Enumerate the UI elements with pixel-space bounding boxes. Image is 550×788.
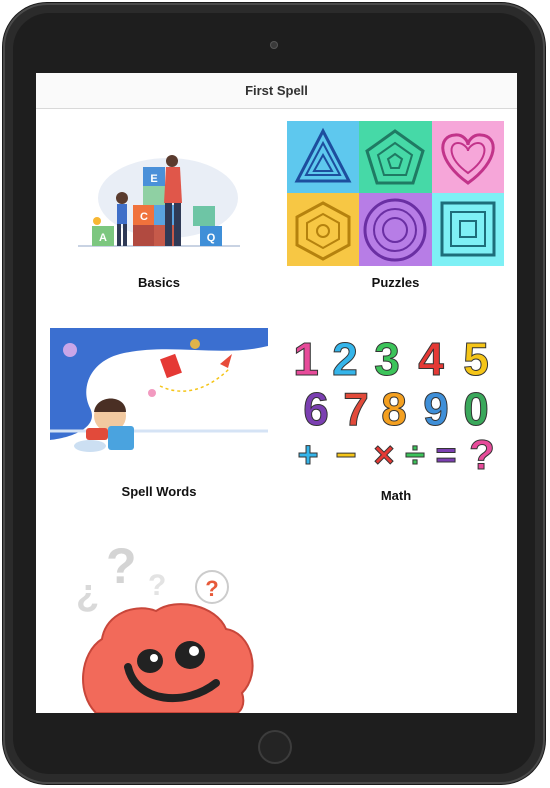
digit-3: 3 [374, 333, 400, 385]
tile-quiz[interactable]: ¿ ? ? ? ? [66, 538, 266, 713]
page-title: First Spell [36, 73, 517, 109]
quiz-illustration: ¿ ? ? ? ? [76, 538, 254, 713]
symbol-minus: − [335, 434, 356, 475]
digit-5: 5 [463, 333, 489, 385]
tile-spell-words[interactable]: Spell Words [50, 328, 268, 500]
digit-9: 9 [423, 383, 449, 435]
symbol-equals: = [435, 434, 456, 475]
tile-puzzles[interactable]: Puzzles [287, 121, 504, 293]
symbol-times: × [373, 434, 394, 475]
symbol-plus: + [297, 434, 318, 475]
spell-words-illustration [50, 328, 268, 452]
app-screen: First Spell A C E Q Basics Puzzles Spell… [36, 73, 517, 713]
camera-icon [270, 41, 278, 49]
tile-label-puzzles: Puzzles [371, 275, 420, 290]
digit-7: 7 [343, 383, 369, 435]
tile-basics[interactable]: A C E Q Basics [50, 143, 268, 293]
tile-label-math: Math [380, 488, 412, 503]
digit-4: 4 [418, 333, 444, 385]
question-mark-2: ? [106, 543, 137, 594]
question-mark-1: ¿ [76, 572, 99, 614]
digit-6: 6 [303, 383, 329, 435]
puzzles-illustration [287, 121, 504, 266]
block-c: C [140, 211, 148, 223]
question-bubble: ? [205, 576, 218, 601]
tile-label-spell-words: Spell Words [121, 484, 197, 499]
math-illustration: 1 2 3 4 5 6 7 8 9 0 + − × ÷ = ? [293, 333, 496, 479]
digit-1: 1 [293, 333, 319, 385]
tile-label-basics: Basics [138, 275, 180, 290]
digit-2: 2 [332, 333, 358, 385]
question-mark-3: ? [148, 569, 166, 602]
digit-0: 0 [463, 383, 489, 435]
home-button[interactable] [258, 730, 292, 764]
digit-8: 8 [381, 383, 407, 435]
block-q: Q [207, 232, 216, 244]
tile-math[interactable]: 1 2 3 4 5 6 7 8 9 0 + − × ÷ = ? Math [288, 331, 504, 506]
symbol-question: ? [469, 431, 495, 476]
block-e: E [150, 173, 157, 185]
block-a: A [99, 232, 107, 244]
symbol-divide: ÷ [405, 434, 425, 475]
basics-illustration: A C E Q [78, 155, 240, 247]
